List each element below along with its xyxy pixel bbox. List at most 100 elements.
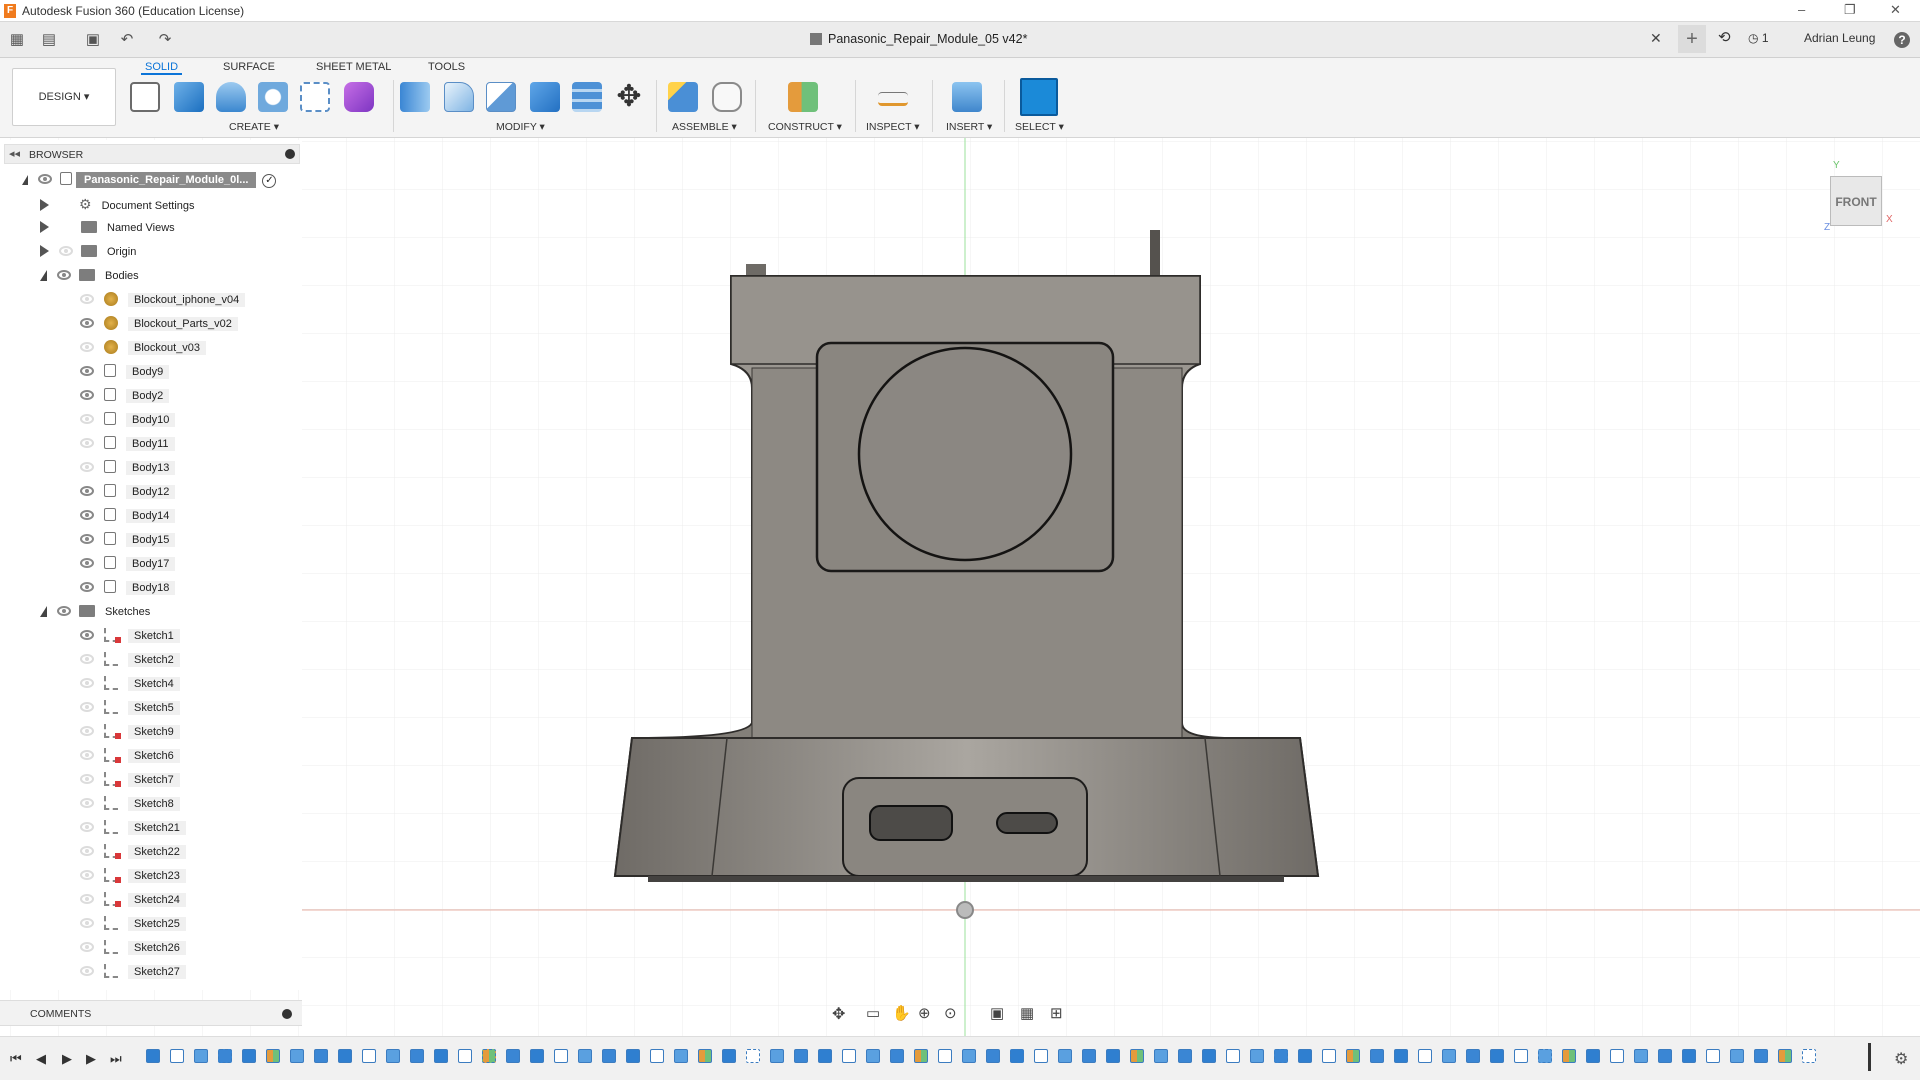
construct-menu[interactable]: CONSTRUCT ▾ xyxy=(768,121,842,133)
fit-icon[interactable]: ⊙ xyxy=(944,1004,957,1022)
tab-sheet-metal[interactable]: SHEET METAL xyxy=(312,59,395,75)
visibility-eye-icon[interactable] xyxy=(80,630,94,640)
timeline-feature-icon[interactable] xyxy=(1442,1049,1456,1063)
zoom-icon[interactable]: ⊕ xyxy=(918,1004,931,1022)
timeline-feature-icon[interactable] xyxy=(770,1049,784,1063)
visibility-eye-icon[interactable] xyxy=(80,294,94,304)
timeline-feature-icon[interactable] xyxy=(1034,1049,1048,1063)
timeline-feature-icon[interactable] xyxy=(1106,1049,1120,1063)
visibility-eye-icon[interactable] xyxy=(80,870,94,880)
chamfer-icon[interactable] xyxy=(486,82,516,112)
timeline-feature-icon[interactable] xyxy=(1466,1049,1480,1063)
timeline-feature-icon[interactable] xyxy=(602,1049,616,1063)
insert-menu[interactable]: INSERT ▾ xyxy=(946,121,992,133)
create-menu[interactable]: CREATE ▾ xyxy=(229,121,279,133)
timeline-feature-icon[interactable] xyxy=(530,1049,544,1063)
extensions-icon[interactable]: ⟲ xyxy=(1718,28,1731,46)
tree-row-document-settings[interactable]: ⚙ Document Settings xyxy=(0,194,195,214)
tree-row-blockout-v03[interactable]: Blockout_v03 xyxy=(0,338,207,358)
extrude-icon[interactable] xyxy=(174,82,204,112)
tree-row-sketch6[interactable]: Sketch6 xyxy=(0,746,180,766)
timeline-feature-icon[interactable] xyxy=(146,1049,160,1063)
timeline-feature-icon[interactable] xyxy=(1418,1049,1432,1063)
collapse-triangle-icon[interactable] xyxy=(22,175,28,185)
tree-row-sketch25[interactable]: Sketch25 xyxy=(0,914,186,934)
tree-row-bodies[interactable]: Bodies xyxy=(0,266,139,286)
hole-icon[interactable] xyxy=(258,82,288,112)
tree-row-body12[interactable]: Body12 xyxy=(0,482,176,502)
revolve-icon[interactable] xyxy=(216,82,246,112)
tree-row-sketch8[interactable]: Sketch8 xyxy=(0,794,180,814)
timeline-feature-icon[interactable] xyxy=(890,1049,904,1063)
timeline-feature-icon[interactable] xyxy=(1130,1049,1144,1063)
visibility-eye-icon[interactable] xyxy=(80,486,94,496)
visibility-eye-icon[interactable] xyxy=(80,678,94,688)
collapse-browser-icon[interactable]: ◂◂ xyxy=(9,147,20,160)
timeline-feature-icon[interactable] xyxy=(626,1049,640,1063)
restore-button[interactable]: ❐ xyxy=(1844,2,1856,18)
help-button[interactable]: ? xyxy=(1894,32,1910,48)
press-pull-icon[interactable] xyxy=(400,82,430,112)
visibility-eye-icon[interactable] xyxy=(57,606,71,616)
browser-root-row[interactable]: Panasonic_Repair_Module_0l... ✓ xyxy=(0,170,277,190)
tree-row-body15[interactable]: Body15 xyxy=(0,530,176,550)
pan-icon[interactable]: ✋ xyxy=(892,1004,911,1022)
data-panel-grid-icon[interactable]: ▦ xyxy=(6,30,28,50)
timeline-feature-icon[interactable] xyxy=(842,1049,856,1063)
timeline-feature-icon[interactable] xyxy=(482,1049,496,1063)
insert-image-icon[interactable] xyxy=(952,82,982,112)
timeline-feature-icon[interactable] xyxy=(338,1049,352,1063)
close-tab-button[interactable]: ✕ xyxy=(1650,30,1662,47)
timeline-feature-icon[interactable] xyxy=(1082,1049,1096,1063)
timeline-feature-icon[interactable] xyxy=(1538,1049,1552,1063)
visibility-eye-icon[interactable] xyxy=(80,510,94,520)
orbit-icon[interactable]: ✥ xyxy=(832,1004,845,1024)
combine-icon[interactable] xyxy=(572,82,602,112)
timeline-feature-icon[interactable] xyxy=(386,1049,400,1063)
workspace-switcher-button[interactable]: DESIGN ▾ xyxy=(12,68,116,126)
timeline-feature-icon[interactable] xyxy=(794,1049,808,1063)
expand-triangle-icon[interactable] xyxy=(40,245,49,257)
timeline-feature-icon[interactable] xyxy=(506,1049,520,1063)
timeline-feature-icon[interactable] xyxy=(1274,1049,1288,1063)
timeline-feature-icon[interactable] xyxy=(1202,1049,1216,1063)
tree-row-sketch26[interactable]: Sketch26 xyxy=(0,938,186,958)
visibility-eye-icon[interactable] xyxy=(80,390,94,400)
look-at-icon[interactable]: ▭ xyxy=(866,1004,880,1022)
viewcube[interactable]: FRONT xyxy=(1830,176,1882,226)
timeline-feature-icon[interactable] xyxy=(914,1049,928,1063)
tree-row-sketch21[interactable]: Sketch21 xyxy=(0,818,186,838)
timeline-feature-icon[interactable] xyxy=(1250,1049,1264,1063)
tree-row-body14[interactable]: Body14 xyxy=(0,506,176,526)
timeline-feature-icon[interactable] xyxy=(290,1049,304,1063)
timeline-last-button[interactable]: ⏭ xyxy=(110,1051,122,1067)
visibility-eye-icon[interactable] xyxy=(80,966,94,976)
tree-row-sketch27[interactable]: Sketch27 xyxy=(0,962,186,982)
timeline-prev-button[interactable]: ◀ xyxy=(36,1051,46,1067)
visibility-eye-icon[interactable] xyxy=(80,798,94,808)
tree-row-body10[interactable]: Body10 xyxy=(0,410,176,430)
timeline-feature-icon[interactable] xyxy=(1058,1049,1072,1063)
visibility-eye-icon[interactable] xyxy=(80,366,94,376)
timeline-feature-icon[interactable] xyxy=(866,1049,880,1063)
collapse-triangle-icon[interactable] xyxy=(40,606,47,617)
timeline-feature-icon[interactable] xyxy=(1562,1049,1576,1063)
timeline-feature-icon[interactable] xyxy=(1394,1049,1408,1063)
timeline-feature-icon[interactable] xyxy=(1370,1049,1384,1063)
modify-menu[interactable]: MODIFY ▾ xyxy=(496,121,545,133)
timeline-feature-icon[interactable] xyxy=(1010,1049,1024,1063)
select-icon[interactable] xyxy=(1020,78,1058,116)
tree-row-sketch4[interactable]: Sketch4 xyxy=(0,674,180,694)
timeline-feature-icon[interactable] xyxy=(410,1049,424,1063)
timeline-marker[interactable] xyxy=(1868,1043,1871,1071)
tree-row-sketch5[interactable]: Sketch5 xyxy=(0,698,180,718)
document-tab[interactable]: Panasonic_Repair_Module_05 v42* xyxy=(810,32,1027,46)
tree-row-sketch23[interactable]: Sketch23 xyxy=(0,866,186,886)
new-tab-button[interactable]: + xyxy=(1678,25,1706,53)
timeline-feature-icon[interactable] xyxy=(1706,1049,1720,1063)
timeline-feature-icon[interactable] xyxy=(1514,1049,1528,1063)
timeline-first-button[interactable]: ⏮ xyxy=(10,1051,22,1067)
grid-settings-icon[interactable]: ▦ xyxy=(1020,1004,1034,1022)
visibility-eye-icon[interactable] xyxy=(80,894,94,904)
visibility-eye-icon[interactable] xyxy=(80,774,94,784)
